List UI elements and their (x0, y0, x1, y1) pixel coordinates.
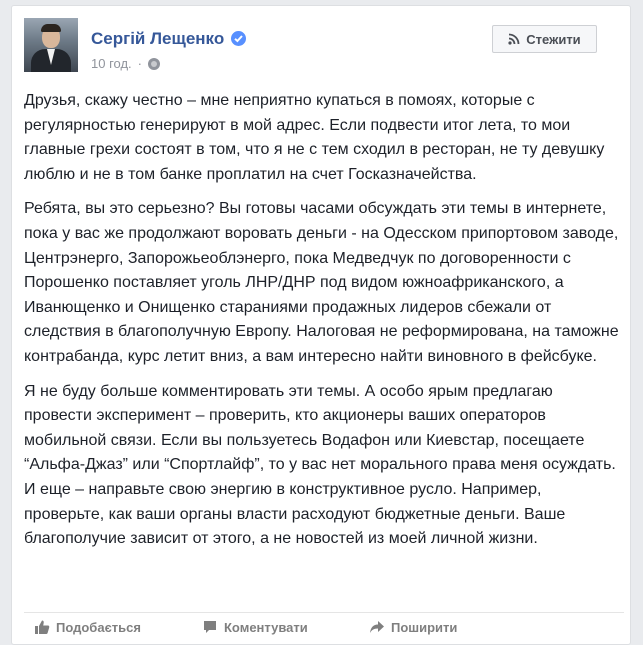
rss-icon (508, 33, 520, 45)
comment-button[interactable]: Коментувати (202, 613, 308, 639)
meta-separator: · (137, 56, 143, 71)
thumbs-up-icon (35, 620, 50, 634)
follow-button-label: Стежити (526, 31, 581, 47)
post-card: Сергій Лещенко 10 год. · Стежити Друзья,… (11, 5, 631, 645)
post-actions-bar: Подобається Коментувати Поширити (24, 612, 624, 635)
comment-icon (204, 621, 216, 633)
avatar[interactable] (24, 18, 78, 72)
author-name[interactable]: Сергій Лещенко (91, 29, 224, 49)
avatar-hair (41, 24, 61, 32)
post-paragraph-3: Я не буду больше комментировать эти темы… (24, 382, 616, 548)
verified-badge-icon (231, 31, 246, 46)
globe-icon[interactable] (148, 57, 161, 70)
like-button[interactable]: Подобається (34, 613, 141, 639)
post-timestamp[interactable]: 10 год. (91, 56, 132, 71)
post-paragraph-1: Друзья, скажу честно – мне неприятно куп… (24, 92, 605, 183)
follow-button[interactable]: Стежити (492, 25, 597, 53)
share-button[interactable]: Поширити (369, 613, 457, 639)
share-icon (370, 621, 384, 633)
post-meta: 10 год. · (91, 56, 161, 71)
post-body: Друзья, скажу честно – мне неприятно куп… (24, 89, 624, 562)
post-paragraph-2: Ребята, вы это серьезно? Вы готовы часам… (24, 200, 619, 365)
